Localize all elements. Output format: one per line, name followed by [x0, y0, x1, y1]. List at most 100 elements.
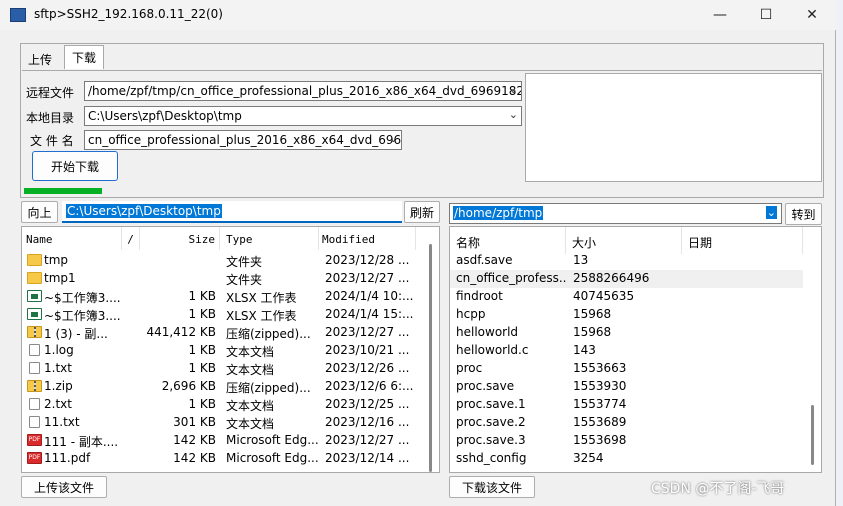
remote-file-list[interactable]: 名称 大小 日期 asdf.save 13 cn_office_profess...… [449, 226, 822, 473]
refresh-button[interactable]: 刷新 [404, 201, 440, 223]
remote-path-combo[interactable]: /home/zpf/tmp ⌄ [449, 203, 782, 224]
column-header-modified[interactable]: Modified [320, 227, 416, 250]
table-row[interactable]: 11.txt 301 KB 文本文档 2023/12/16 ... [22, 414, 439, 432]
table-row[interactable]: ~$工作簿3.... 1 KB XLSX 工作表 2024/1/4 10:... [22, 288, 439, 306]
text-icon [29, 398, 40, 410]
scrollbar-thumb[interactable] [429, 244, 432, 472]
column-header-size[interactable]: Size [140, 227, 220, 250]
download-progress-bar [24, 188, 102, 194]
table-row[interactable]: tmp1 文件夹 2023/12/27 ... [22, 270, 439, 288]
cell-size: 2588266496 [573, 271, 650, 285]
cell-modified: 2023/12/26 ... [325, 361, 410, 375]
cell-size: 1 KB [188, 289, 216, 303]
table-row[interactable]: 2.txt 1 KB 文本文档 2023/12/25 ... [22, 396, 439, 414]
local-file-list[interactable]: Name / Size Type Modified tmp 文件夹 2023/12/… [21, 226, 440, 473]
table-row[interactable]: 1.log 1 KB 文本文档 2023/10/21 ... [22, 342, 439, 360]
table-row[interactable]: 1 (3) - 副... 441,412 KB 压缩(zipped)... 2023/… [22, 324, 439, 342]
remote-list-scrollbar[interactable] [805, 227, 821, 472]
cell-size: 1 KB [188, 397, 216, 411]
table-row[interactable]: proc.save.2 1553689 [450, 414, 803, 432]
cell-name: hcpp [456, 307, 486, 321]
local-path-text: C:\Users\zpf\Desktop\tmp [66, 204, 222, 218]
cell-type: 文件夹 [226, 273, 263, 287]
table-row[interactable]: findroot 40745635 [450, 288, 803, 306]
table-row[interactable]: helloworld.c 143 [450, 342, 803, 360]
cell-name: 1 (3) - 副... [44, 327, 108, 341]
table-row[interactable]: cn_office_profess... 2588266496 [450, 270, 803, 288]
cell-modified: 2023/12/27 ... [325, 271, 410, 285]
start-download-button[interactable]: 开始下载 [32, 151, 118, 181]
cell-name: helloworld.c [456, 343, 529, 357]
table-row[interactable]: ~$工作簿3.... 1 KB XLSX 工作表 2024/1/4 15:... [22, 306, 439, 324]
table-row[interactable]: proc.save.1 1553774 [450, 396, 803, 414]
column-header-name[interactable]: Name [26, 227, 122, 250]
cell-name: tmp [44, 253, 69, 267]
close-button[interactable]: ✕ [789, 0, 835, 30]
chevron-down-icon[interactable]: ⌄ [509, 83, 518, 96]
table-row[interactable]: helloworld 15968 [450, 324, 803, 342]
folder-icon [27, 254, 42, 266]
cell-type: 文本文档 [226, 345, 275, 359]
maximize-button[interactable]: ☐ [743, 0, 789, 30]
table-row[interactable]: sshd_config 3254 [450, 450, 803, 468]
cell-size: 441,412 KB [146, 325, 216, 339]
minimize-button[interactable]: — [697, 0, 743, 30]
tab-download[interactable]: 下载 [64, 45, 105, 69]
table-row[interactable]: proc.save 1553930 [450, 378, 803, 396]
table-row[interactable]: proc 1553663 [450, 360, 803, 378]
table-row[interactable]: proc.save.3 1553698 [450, 432, 803, 450]
column-header-type[interactable]: Type [224, 227, 319, 250]
table-row[interactable]: PDF 111 - 副本.... 142 KB Microsoft Edg... 202… [22, 432, 439, 450]
cell-name: 1.log [44, 343, 74, 357]
table-row[interactable]: hcpp 15968 [450, 306, 803, 324]
local-list-scrollbar[interactable] [423, 227, 439, 472]
cell-name: helloworld [456, 325, 519, 339]
cell-name: 1.txt [44, 361, 72, 375]
cell-type: 文本文档 [226, 417, 275, 431]
column-header-date[interactable]: 日期 [682, 227, 803, 254]
table-row[interactable]: PDF 111.pdf 142 KB Microsoft Edg... 2023/12/… [22, 450, 439, 468]
column-header-size[interactable]: 大小 [566, 227, 682, 254]
remote-file-combo[interactable]: /home/zpf/tmp/cn_office_professional_plu… [84, 81, 522, 101]
cell-type: Microsoft Edg... [226, 433, 319, 447]
cell-name: 111 - 副本.... [44, 435, 119, 449]
local-path-input[interactable]: C:\Users\zpf\Desktop\tmp [62, 201, 402, 223]
download-file-button[interactable]: 下载该文件 [449, 476, 535, 498]
tab-upload[interactable]: 上传 [22, 48, 59, 70]
table-row[interactable]: asdf.save 13 [450, 252, 803, 270]
background-desktop [836, 0, 843, 506]
zip-icon [27, 380, 42, 392]
cell-size: 3254 [573, 451, 604, 465]
transfer-log-box[interactable] [525, 73, 822, 182]
file-name-combo[interactable]: cn_office_professional_plus_2016_x86_x64… [84, 130, 402, 150]
cell-size: 142 KB [173, 433, 216, 447]
text-icon [29, 344, 40, 356]
column-header-name[interactable]: 名称 [450, 227, 566, 254]
table-row[interactable]: tmp 文件夹 2023/12/28 ... [22, 252, 439, 270]
cell-name: proc.save.1 [456, 397, 526, 411]
local-dir-combo[interactable]: C:\Users\zpf\Desktop\tmp ⌄ [84, 106, 522, 126]
xlsx-icon [27, 308, 42, 320]
text-icon [29, 416, 40, 428]
table-row[interactable]: 1.zip 2,696 KB 压缩(zipped)... 2023/12/6 6:..… [22, 378, 439, 396]
chevron-down-icon[interactable]: ⌄ [389, 132, 398, 145]
cell-modified: 2023/12/16 ... [325, 415, 410, 429]
column-header-sort[interactable]: / [122, 227, 140, 250]
cell-size: 2,696 KB [161, 379, 216, 393]
table-row[interactable]: 1.txt 1 KB 文本文档 2023/12/26 ... [22, 360, 439, 378]
file-name-value: cn_office_professional_plus_2016_x86_x64… [88, 133, 402, 147]
cell-size: 1553774 [573, 397, 627, 411]
go-button[interactable]: 转到 [785, 203, 822, 225]
scrollbar-thumb[interactable] [811, 405, 814, 465]
cell-type: 文本文档 [226, 363, 275, 377]
chevron-down-icon[interactable]: ⌄ [765, 206, 777, 219]
chevron-down-icon[interactable]: ⌄ [509, 108, 518, 121]
upload-file-button[interactable]: 上传该文件 [21, 476, 107, 498]
cell-type: XLSX 工作表 [226, 291, 297, 305]
cell-type: 压缩(zipped)... [226, 381, 311, 395]
cell-name: cn_office_profess... [456, 271, 566, 285]
cell-size: 13 [573, 253, 589, 267]
cell-name: tmp1 [44, 271, 76, 285]
up-directory-button[interactable]: 向上 [21, 201, 58, 223]
title-bar[interactable]: sftp>SSH2_192.168.0.11_22(0) — ☐ ✕ [0, 0, 836, 30]
